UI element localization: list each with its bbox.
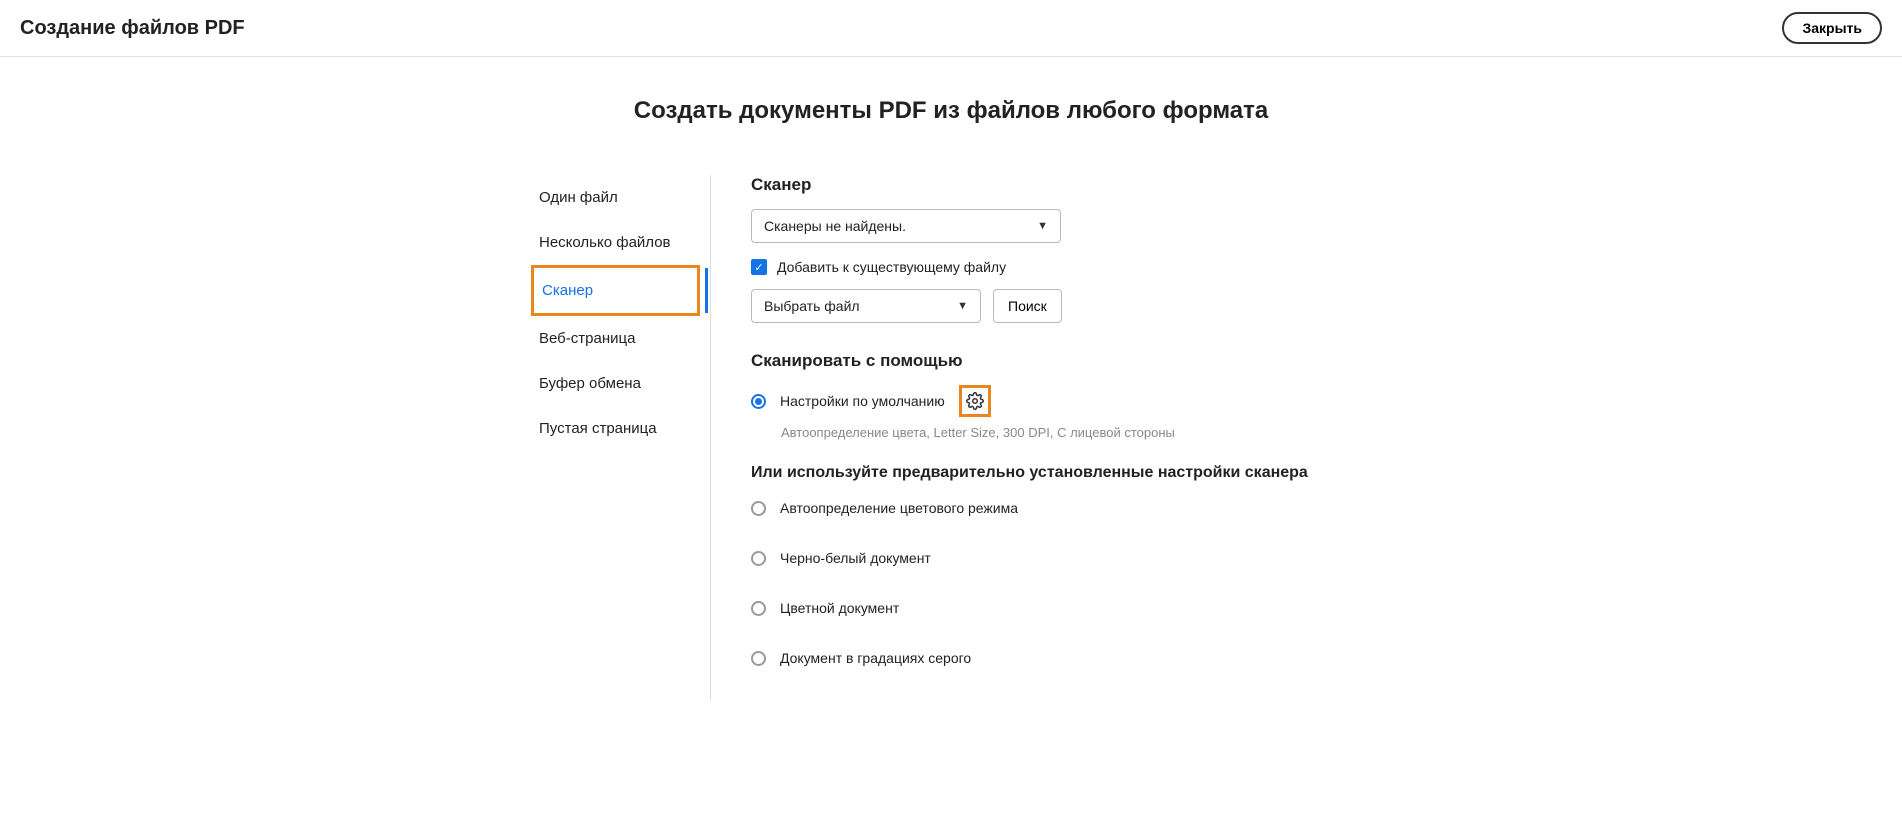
sidebar-item-label: Один файл bbox=[539, 189, 618, 206]
preset-row: Документ в градациях серого bbox=[751, 650, 1371, 666]
file-row: Выбрать файл ▼ Поиск bbox=[751, 289, 1371, 323]
close-button[interactable]: Закрыть bbox=[1782, 12, 1882, 44]
default-settings-radio[interactable] bbox=[751, 394, 766, 409]
sidebar: Один файл Несколько файлов Сканер Веб-ст… bbox=[531, 175, 711, 700]
preset-label: Черно-белый документ bbox=[780, 550, 931, 566]
preset-row: Цветной документ bbox=[751, 600, 1371, 616]
sidebar-item-label: Пустая страница bbox=[539, 420, 657, 437]
chevron-down-icon: ▼ bbox=[1037, 220, 1048, 232]
file-select-value: Выбрать файл bbox=[764, 298, 860, 314]
append-checkbox-row: ✓ Добавить к существующему файлу bbox=[751, 259, 1371, 275]
header: Создание файлов PDF Закрыть bbox=[0, 0, 1902, 57]
sidebar-item-webpage[interactable]: Веб-страница bbox=[531, 316, 700, 361]
default-settings-label: Настройки по умолчанию bbox=[780, 393, 945, 409]
preset-row: Черно-белый документ bbox=[751, 550, 1371, 566]
default-settings-row: Настройки по умолчанию bbox=[751, 385, 1371, 417]
gear-icon bbox=[966, 392, 984, 410]
file-select[interactable]: Выбрать файл ▼ bbox=[751, 289, 981, 323]
settings-gear-button[interactable] bbox=[959, 385, 991, 417]
scanner-select-value: Сканеры не найдены. bbox=[764, 218, 906, 234]
preset-label: Цветной документ bbox=[780, 600, 899, 616]
sidebar-item-label: Буфер обмена bbox=[539, 375, 641, 392]
preset-radio-grayscale[interactable] bbox=[751, 651, 766, 666]
scanner-select[interactable]: Сканеры не найдены. ▼ bbox=[751, 209, 1061, 243]
scan-with-title: Сканировать с помощью bbox=[751, 351, 1371, 371]
append-checkbox[interactable]: ✓ bbox=[751, 259, 767, 275]
preset-label: Автоопределение цветового режима bbox=[780, 500, 1018, 516]
append-label: Добавить к существующему файлу bbox=[777, 259, 1006, 275]
default-settings-hint: Автоопределение цвета, Letter Size, 300 … bbox=[781, 425, 1371, 440]
content: Один файл Несколько файлов Сканер Веб-ст… bbox=[0, 175, 1902, 700]
scanner-section-title: Сканер bbox=[751, 175, 1371, 195]
preset-label: Документ в градациях серого bbox=[780, 650, 971, 666]
chevron-down-icon: ▼ bbox=[957, 300, 968, 312]
preset-radio-bw[interactable] bbox=[751, 551, 766, 566]
sidebar-item-label: Несколько файлов bbox=[539, 234, 671, 251]
sidebar-item-single-file[interactable]: Один файл bbox=[531, 175, 700, 220]
sidebar-item-clipboard[interactable]: Буфер обмена bbox=[531, 361, 700, 406]
preset-section-title: Или используйте предварительно установле… bbox=[751, 464, 1371, 482]
sidebar-item-label: Веб-страница bbox=[539, 330, 635, 347]
preset-section: Автоопределение цветового режима Черно-б… bbox=[751, 500, 1371, 666]
scanner-panel: Сканер Сканеры не найдены. ▼ ✓ Добавить … bbox=[711, 175, 1371, 700]
sidebar-item-scanner[interactable]: Сканер bbox=[531, 265, 700, 316]
sidebar-item-blank-page[interactable]: Пустая страница bbox=[531, 406, 700, 451]
preset-radio-color[interactable] bbox=[751, 601, 766, 616]
main-heading: Создать документы PDF из файлов любого ф… bbox=[0, 97, 1902, 125]
sidebar-item-label: Сканер bbox=[542, 282, 593, 299]
preset-row: Автоопределение цветового режима bbox=[751, 500, 1371, 516]
sidebar-item-multiple-files[interactable]: Несколько файлов bbox=[531, 220, 700, 265]
preset-radio-auto-color[interactable] bbox=[751, 501, 766, 516]
search-button[interactable]: Поиск bbox=[993, 289, 1062, 323]
page-title: Создание файлов PDF bbox=[20, 17, 245, 40]
